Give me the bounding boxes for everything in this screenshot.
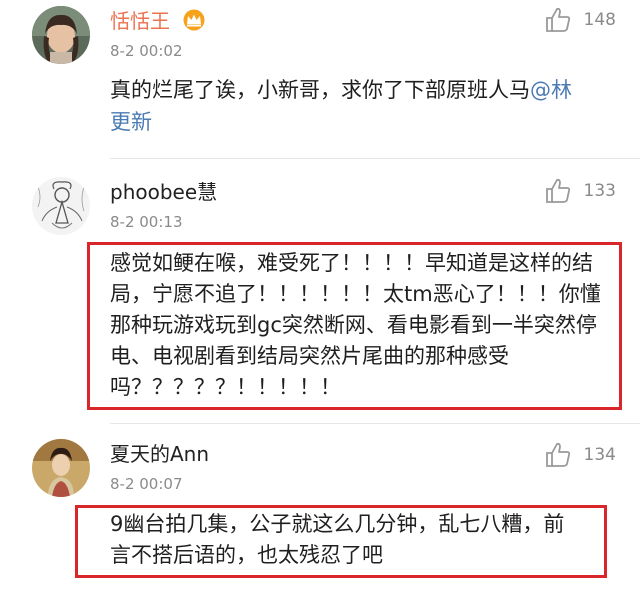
thumbs-up-icon: [545, 442, 570, 467]
comment-text: 9幽台拍几集，公子就这么几分钟，乱七八糟，前言不搭后语的，也太残忍了吧: [110, 512, 565, 567]
like-button[interactable]: 148: [544, 6, 616, 34]
comment-text: 真的烂尾了诶，小新哥，求你了下部原班人马@林更新: [110, 74, 580, 138]
comment-item: 夏天的Ann 8-2 00:07 134 9幽台拍几集，公子就这么几分钟，乱七八…: [0, 425, 640, 591]
comment-item: 恬恬王 8-2 00:02 148 真的烂尾了诶，小新哥，求你了下部原班人马@林…: [0, 0, 640, 160]
timestamp: 8-2 00:07: [110, 475, 183, 493]
vip-crown-icon: [182, 9, 206, 36]
comment-body: 真的烂尾了诶，小新哥，求你了下部原班人马: [110, 78, 530, 102]
woman-portrait-avatar-icon: [32, 6, 90, 64]
like-count: 148: [583, 10, 616, 30]
like-count: 133: [583, 181, 616, 201]
divider: [110, 423, 640, 424]
sketch-figure-avatar-icon: [32, 177, 90, 235]
timestamp: 8-2 00:13: [110, 213, 183, 231]
costume-drama-avatar-icon: [32, 439, 90, 497]
comment-text: 感觉如鲠在喉，难受死了！！！！早知道是这样的结局，宁愿不追了！！！！！！太tm恶…: [110, 251, 601, 399]
username[interactable]: phoobee慧: [110, 180, 217, 204]
divider: [110, 158, 640, 159]
username[interactable]: 恬恬王: [110, 9, 206, 36]
like-button[interactable]: 134: [544, 441, 616, 469]
comment-item: phoobee慧 8-2 00:13 133 感觉如鲠在喉，难受死了！！！！早知…: [0, 160, 640, 425]
like-button[interactable]: 133: [544, 177, 616, 205]
username[interactable]: 夏天的Ann: [110, 442, 209, 466]
avatar[interactable]: [32, 6, 90, 64]
avatar[interactable]: [32, 439, 90, 497]
thumbs-up-icon: [545, 178, 570, 203]
username-text[interactable]: 恬恬王: [110, 9, 170, 33]
thumbs-up-icon: [545, 7, 570, 32]
like-count: 134: [583, 445, 616, 465]
timestamp: 8-2 00:02: [110, 42, 183, 60]
avatar[interactable]: [32, 177, 90, 235]
